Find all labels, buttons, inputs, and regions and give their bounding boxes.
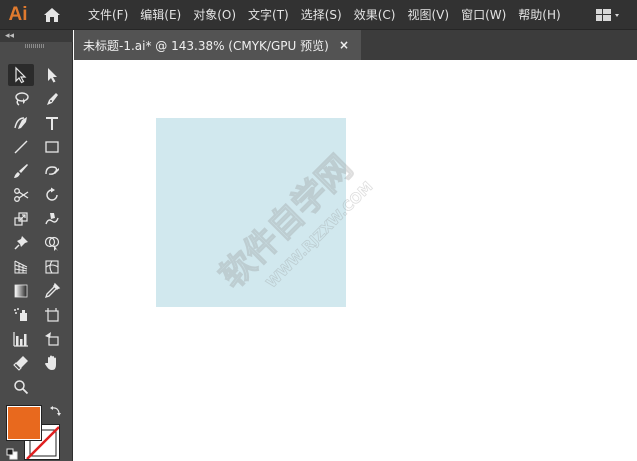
direct-selection-arrow-icon: [48, 68, 57, 83]
puppet-warp-tool[interactable]: [8, 232, 34, 254]
menu-help[interactable]: 帮助(H): [512, 0, 566, 30]
collapse-panel-button[interactable]: ◂◂: [5, 30, 14, 42]
pen-nib-icon: [47, 93, 58, 105]
curvature-tool[interactable]: [8, 112, 34, 134]
direct-selection-tool[interactable]: [39, 64, 65, 86]
swap-fill-stroke-button[interactable]: [49, 403, 63, 417]
document-tab-bar: 未标题-1.ai* @ 143.38% (CMYK/GPU 预览) ×: [74, 30, 637, 60]
scissors-tool[interactable]: [8, 184, 34, 206]
hand-icon: [45, 355, 56, 370]
slice-icon: [45, 332, 59, 346]
panel-grip[interactable]: [25, 44, 45, 48]
pin-icon: [14, 236, 28, 250]
default-fill-stroke-button[interactable]: [6, 445, 18, 460]
scissors-icon: [14, 188, 29, 202]
menu-effect[interactable]: 效果(C): [348, 0, 402, 30]
shape-builder-icon: [44, 236, 60, 251]
rectangle-tool[interactable]: [39, 136, 65, 158]
selection-tool[interactable]: [8, 64, 34, 86]
lasso-tool[interactable]: [8, 88, 34, 110]
paintbrush-icon: [14, 164, 28, 178]
lasso-icon: [15, 92, 29, 106]
warp-tool[interactable]: [39, 208, 65, 230]
menu-window[interactable]: 窗口(W): [455, 0, 512, 30]
menu-file[interactable]: 文件(F): [82, 0, 134, 30]
scale-tool[interactable]: [8, 208, 34, 230]
scale-icon: [14, 212, 28, 226]
document-tab-title: 未标题-1.ai* @ 143.38% (CMYK/GPU 预览): [83, 38, 329, 53]
slice-tool[interactable]: [39, 328, 65, 350]
magnifier-icon: [14, 380, 29, 395]
workspace-switcher-button[interactable]: [591, 5, 623, 25]
swap-arrows-icon: [50, 406, 61, 416]
app-logo: Ai: [8, 4, 28, 25]
mesh-tool[interactable]: [39, 256, 65, 278]
symbol-sprayer-tool[interactable]: [8, 304, 34, 326]
line-segment-icon: [14, 140, 28, 154]
light-blue-rectangle[interactable]: [156, 118, 346, 307]
bar-graph-icon: [13, 332, 28, 347]
curvature-pen-icon: [14, 117, 27, 129]
tools-panel-header: ◂◂: [0, 30, 73, 42]
zoom-tool[interactable]: [8, 376, 34, 398]
menu-select[interactable]: 选择(S): [295, 0, 348, 30]
rotate-tool[interactable]: [39, 184, 65, 206]
artboard-tool[interactable]: [39, 304, 65, 326]
tools-panel: ◂◂: [0, 30, 73, 461]
menu-list: 文件(F) 编辑(E) 对象(O) 文字(T) 选择(S) 效果(C) 视图(V…: [82, 0, 567, 30]
symbol-sprayer-icon: [14, 308, 27, 321]
pen-tool[interactable]: [39, 88, 65, 110]
document-tab[interactable]: 未标题-1.ai* @ 143.38% (CMYK/GPU 预览) ×: [74, 30, 361, 60]
gradient-icon: [14, 284, 28, 298]
perspective-grid-tool[interactable]: [8, 256, 34, 278]
graph-tool[interactable]: [8, 328, 34, 350]
perspective-grid-icon: [14, 260, 28, 274]
shape-builder-tool[interactable]: [39, 232, 65, 254]
paintbrush-tool[interactable]: [8, 160, 34, 182]
type-t-icon: [46, 117, 58, 130]
type-tool[interactable]: [39, 112, 65, 134]
warp-icon: [45, 213, 59, 225]
rectangle-icon: [45, 141, 59, 153]
default-colors-icon: [6, 448, 18, 460]
eyedropper-icon: [44, 282, 61, 299]
close-tab-button[interactable]: ×: [339, 30, 349, 60]
mesh-icon: [45, 260, 59, 274]
menu-type[interactable]: 文字(T): [242, 0, 295, 30]
home-button[interactable]: [40, 4, 64, 26]
eraser-icon: [13, 356, 28, 371]
line-segment-tool[interactable]: [8, 136, 34, 158]
shaper-icon: [45, 166, 59, 175]
workspace-switcher-icon: [596, 9, 619, 21]
rotate-icon: [46, 187, 58, 201]
menu-edit[interactable]: 编辑(E): [134, 0, 187, 30]
fill-color-swatch[interactable]: [7, 406, 41, 440]
selection-arrow-icon: [15, 66, 27, 84]
hand-tool[interactable]: [39, 352, 65, 374]
artboard-icon: [45, 308, 59, 322]
menu-bar: Ai 文件(F) 编辑(E) 对象(O) 文字(T) 选择(S) 效果(C) 视…: [0, 0, 637, 30]
shaper-tool[interactable]: [39, 160, 65, 182]
gradient-tool[interactable]: [8, 280, 34, 302]
eyedropper-tool[interactable]: [39, 280, 65, 302]
eraser-tool[interactable]: [8, 352, 34, 374]
menu-view[interactable]: 视图(V): [401, 0, 455, 30]
artboard-canvas[interactable]: 软件自学网 WWW.RJZXW.COM: [74, 60, 637, 461]
home-icon: [44, 8, 60, 22]
menu-object[interactable]: 对象(O): [187, 0, 242, 30]
